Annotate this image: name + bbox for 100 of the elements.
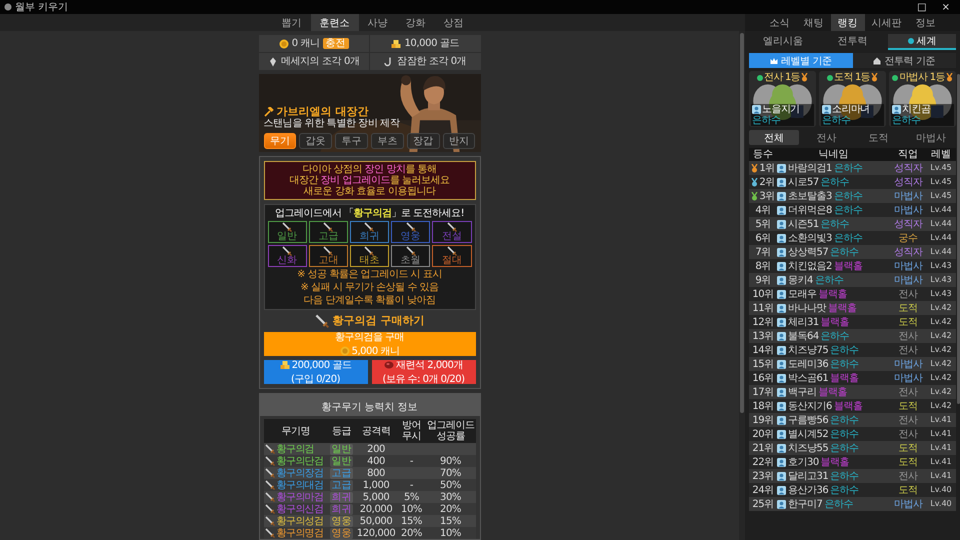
sword-icon [264, 456, 274, 466]
rank-text: 10위 [752, 288, 774, 300]
guild-tag: 은하수 [834, 190, 862, 202]
panel-title: 황구무기 능력치 정보 [321, 402, 418, 414]
weapon-slot[interactable]: 절대 [432, 245, 472, 268]
side-tab[interactable]: 채팅 [796, 14, 830, 31]
job-text: 전사 [898, 428, 919, 440]
level-text: Lv.41 [929, 444, 953, 452]
stone-buy-button[interactable]: 재련석 2,000개 (보유 수: 0개 0/20) [372, 360, 476, 384]
guild-tag: 은하수 [752, 115, 813, 126]
class-filter-tab[interactable]: 전사 [801, 130, 852, 145]
coin-icon [278, 38, 289, 48]
job-text: 성직자 [892, 218, 924, 230]
class-filter-tab[interactable]: 도적 [854, 130, 904, 145]
table-cell: 20,000 [354, 503, 398, 515]
nav-tab[interactable]: 훈련소 [310, 14, 358, 31]
level-text: Lv.43 [929, 290, 953, 298]
job-text: 마법사 [892, 204, 924, 216]
weapon-slot[interactable]: 고대 [308, 245, 348, 268]
basis-toggle[interactable]: 전투력 기준 [852, 53, 956, 68]
rank-text: 13위 [752, 330, 774, 342]
sword-icon [264, 468, 274, 478]
status-dot-icon [892, 74, 898, 80]
player-name: 도레미36 [788, 358, 828, 370]
currency-purchase-button[interactable]: 200,000 골드 (구입 0/20) [264, 360, 368, 384]
level-text: Lv.42 [929, 304, 953, 312]
job-text: 전사 [898, 344, 919, 356]
guild-tag: 은하수 [834, 162, 862, 174]
weapon-slot[interactable]: 고급 [308, 221, 348, 244]
status-dot-icon [826, 74, 833, 80]
job-text: 도적 [898, 302, 918, 314]
player-name: 박스곰61 [788, 372, 828, 384]
sword-icon [314, 314, 329, 328]
class-filter-tab[interactable]: 마법사 [906, 130, 956, 145]
maximize-button[interactable]: □ [911, 2, 933, 12]
hammer-icon [264, 107, 274, 118]
weapon-slot[interactable]: 희귀 [350, 221, 390, 244]
table-cell: 15% [398, 515, 426, 527]
leader-name: 노을지기 [762, 104, 800, 115]
table-cell: 20% [398, 527, 426, 539]
basis-toggle[interactable]: 레벨별 기준 [749, 53, 852, 68]
equipment-tab[interactable]: 갑옷 [299, 133, 332, 150]
table-cell [426, 443, 476, 455]
weapon-name: 황구의검 [276, 444, 314, 454]
player-name: 한구미7 [788, 498, 822, 510]
side-tab[interactable]: 랭킹 [830, 14, 864, 31]
avatar-icon [777, 486, 786, 494]
player-name: 체리31 [788, 316, 819, 328]
status-dot-icon [756, 74, 763, 80]
side-tab[interactable]: 시세판 [864, 14, 908, 31]
equipment-tab[interactable]: 투구 [335, 133, 368, 150]
nav-tab[interactable]: 사냥 [358, 14, 396, 31]
grade-tag: 일반 [330, 456, 353, 466]
weapon-name: 황구의단검 [276, 456, 324, 466]
close-button[interactable]: × [936, 2, 956, 12]
sword-icon [364, 222, 374, 232]
nav-tab[interactable]: 상점 [434, 14, 472, 31]
level-text: Lv.40 [929, 500, 953, 508]
scrollbar-thumb[interactable] [957, 74, 960, 404]
avatar-icon [752, 105, 761, 114]
crystal-icon [268, 56, 278, 66]
level-text: Lv.43 [929, 276, 953, 284]
avatar-icon [777, 500, 786, 508]
player-name: 불독64 [788, 330, 819, 342]
forge-subtitle: 스탠님을 위한 특별한 장비 제작 [264, 118, 400, 130]
equipment-tab[interactable]: 부츠 [370, 133, 404, 150]
table-cell: 50% [426, 479, 476, 491]
class-filter-tab[interactable]: 전체 [749, 130, 800, 145]
scope-tab[interactable]: 전투력 [818, 34, 886, 50]
rank-text: 2위 [759, 176, 775, 188]
weapon-name: 황구의장검 [276, 468, 324, 478]
nav-tab[interactable]: 뽑기 [272, 14, 310, 31]
equipment-tab[interactable]: 반지 [442, 133, 476, 150]
side-tab[interactable]: 소식 [762, 14, 796, 31]
scope-tab[interactable]: 엘리시움 [749, 34, 817, 50]
job-text: 도적 [898, 442, 918, 454]
leader-card[interactable]: 마법사 1등 치킨곰 은하수 [889, 71, 956, 127]
player-name: 시로57 [788, 176, 819, 188]
table-cell: 30% [426, 491, 476, 503]
avatar-icon [777, 318, 786, 326]
scrollbar-thumb[interactable] [740, 33, 744, 413]
level-text: Lv.42 [929, 346, 953, 354]
leader-card[interactable]: 전사 1등 노을지기 은하수 [749, 71, 816, 127]
side-tab[interactable]: 정보 [908, 14, 942, 31]
player-name: 구름빵56 [788, 414, 828, 426]
avatar-icon [777, 444, 786, 452]
player-name: 치즈냥75 [788, 344, 828, 356]
avatar-icon [822, 105, 831, 114]
scope-tab[interactable]: 세계 [888, 34, 956, 50]
leader-card[interactable]: 도적 1등 소리마녀 은하수 [819, 71, 886, 127]
weapon-slot[interactable]: 일반 [268, 221, 307, 244]
resource-label: 10,000 골드 [404, 38, 460, 49]
sword-icon [264, 516, 274, 526]
weapon-slot[interactable]: 초월 [391, 245, 430, 268]
window-title: 월부 키우기 [15, 2, 68, 12]
weapon-slot[interactable]: 태초 [350, 245, 390, 268]
equipment-tab[interactable]: 장갑 [406, 133, 440, 150]
nav-tab[interactable]: 강화 [396, 14, 434, 31]
grade-tag: 희귀 [330, 492, 353, 502]
stone-icon [384, 360, 394, 370]
